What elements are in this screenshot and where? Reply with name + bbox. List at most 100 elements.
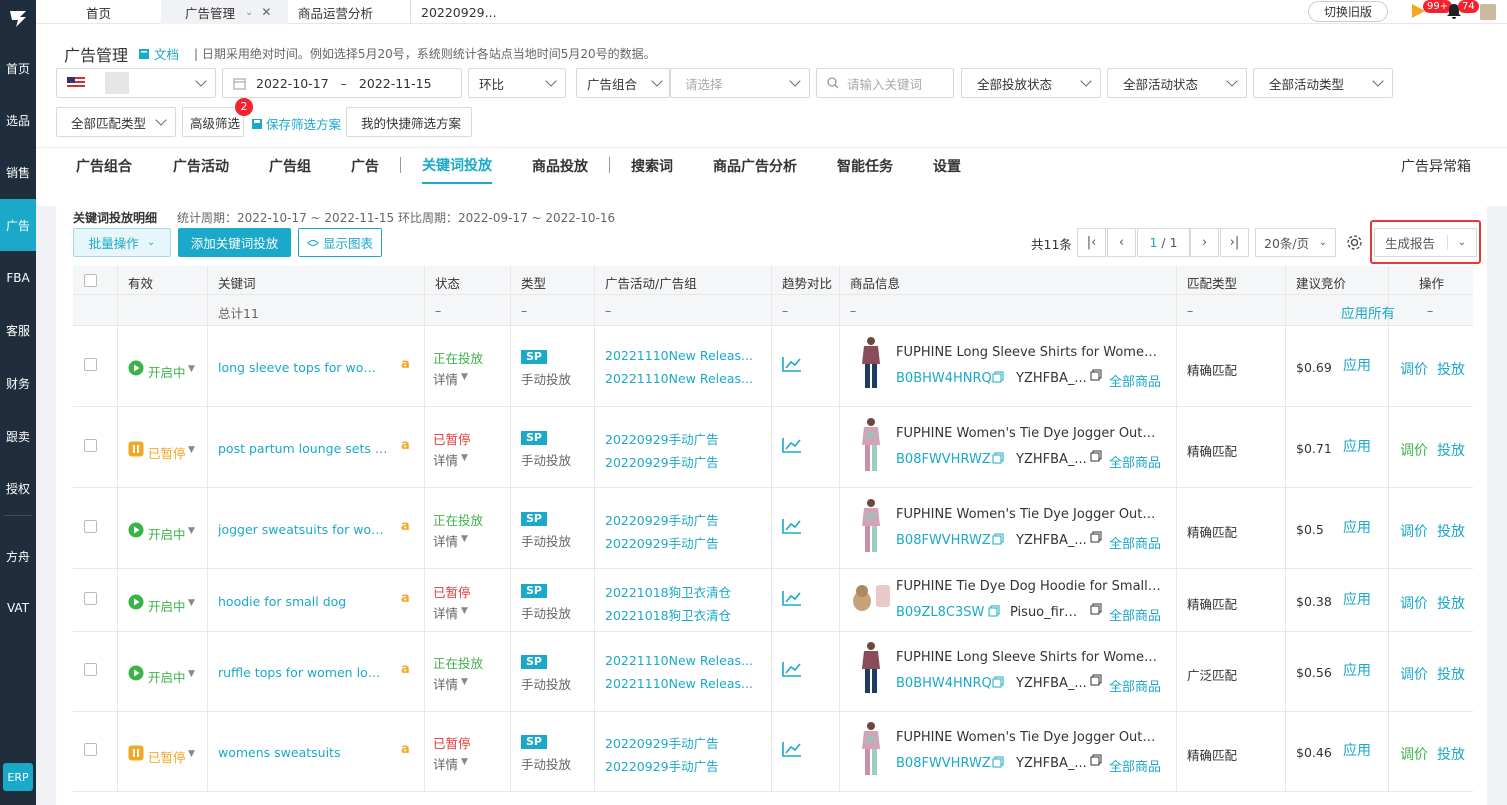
trend-chart-icon[interactable] [782, 518, 802, 534]
adjust-bid-link[interactable]: 调价 [1400, 440, 1428, 460]
asin-link[interactable]: B0BHW4HNRQ [896, 676, 992, 691]
valid-toggle[interactable]: 已暂停 [148, 747, 186, 766]
all-products-link[interactable]: 全部商品 [1109, 676, 1161, 695]
campaign-link[interactable]: 20220929手动广告 [605, 733, 719, 752]
page-size-select[interactable]: 20条/页 ⌄ [1255, 228, 1336, 257]
product-title[interactable]: FUPHINE Women's Tie Dye Jogger Outfit... [896, 730, 1161, 745]
all-products-link[interactable]: 全部商品 [1109, 533, 1161, 552]
asin-link[interactable]: B09ZL8C3SW [896, 605, 984, 620]
asin-link[interactable]: B0BHW4HNRQ [896, 371, 992, 386]
all-products-link[interactable]: 全部商品 [1109, 452, 1161, 471]
nav-item-home[interactable]: 首页 [0, 42, 36, 94]
nav-item-vat[interactable]: VAT [0, 582, 36, 634]
caret-down-icon[interactable]: ▼ [461, 534, 468, 544]
copy-icon[interactable] [1090, 369, 1102, 381]
last-page-button[interactable]: ›| [1220, 228, 1249, 257]
adjust-bid-link[interactable]: 调价 [1400, 664, 1428, 684]
tab-ads[interactable]: 广告管理 ⌄ ✕ [161, 0, 288, 24]
targeting-link[interactable]: 投放 [1437, 521, 1465, 541]
copy-icon[interactable] [1090, 603, 1102, 615]
erp-button[interactable]: ERP [3, 763, 33, 791]
row-checkbox[interactable] [84, 663, 97, 676]
caret-down-icon[interactable]: ▼ [188, 669, 195, 679]
valid-toggle[interactable]: 开启中 [148, 524, 186, 543]
nav-item-sales[interactable]: 销售 [0, 146, 36, 198]
detail-link[interactable]: 详情 [433, 754, 458, 773]
keyword-link[interactable]: ruffle tops for women long sle... [218, 665, 388, 680]
caret-down-icon[interactable]: ▼ [461, 757, 468, 767]
targeting-link[interactable]: 投放 [1437, 593, 1465, 613]
copy-icon[interactable] [992, 676, 1004, 688]
ad-group-link[interactable]: 20220929手动广告 [605, 533, 719, 552]
adjust-bid-link[interactable]: 调价 [1400, 593, 1428, 613]
advanced-filter-button[interactable]: 高级筛选 [182, 107, 244, 137]
product-title[interactable]: FUPHINE Long Sleeve Shirts for Women ... [896, 345, 1161, 360]
detail-link[interactable]: 详情 [433, 674, 458, 693]
logo[interactable] [0, 0, 36, 36]
amazon-icon[interactable]: a [401, 519, 410, 534]
show-chart-button[interactable]: 显示图表 [298, 228, 382, 257]
nav-item-follow-sell[interactable]: 跟卖 [0, 410, 36, 462]
asin-link[interactable]: B08FWVHRWZ [896, 452, 991, 467]
close-icon[interactable]: ✕ [261, 5, 271, 19]
apply-all-link[interactable]: 应用所有 [1341, 302, 1395, 322]
product-thumbnail[interactable] [860, 417, 882, 478]
my-plans-button[interactable]: 我的快捷筛选方案 [346, 107, 472, 137]
copy-icon[interactable] [1090, 674, 1102, 686]
ad-group-link[interactable]: 20221110New Releas... [605, 371, 753, 386]
select-all-checkbox[interactable] [84, 274, 97, 287]
valid-toggle[interactable]: 已暂停 [148, 443, 186, 462]
copy-icon[interactable] [1090, 531, 1102, 543]
ad-group-select[interactable]: 请选择 [670, 68, 810, 98]
tab-smart-tasks[interactable]: 智能任务 [837, 148, 893, 184]
tab-ad[interactable]: 广告 [351, 148, 379, 184]
adjust-bid-link[interactable]: 调价 [1400, 359, 1428, 379]
match-type-select[interactable]: 全部匹配类型 [56, 107, 176, 137]
trend-chart-icon[interactable] [782, 661, 802, 677]
product-thumbnail[interactable] [860, 336, 882, 395]
anomaly-box-link[interactable]: 广告异常箱 [1401, 148, 1471, 184]
apply-bid-link[interactable]: 应用 [1343, 517, 1371, 537]
product-thumbnail[interactable] [860, 641, 882, 700]
apply-bid-link[interactable]: 应用 [1343, 436, 1371, 456]
detail-link[interactable]: 详情 [433, 369, 458, 388]
activity-type-select[interactable]: 全部活动类型 [1253, 68, 1393, 98]
next-page-button[interactable]: › [1190, 228, 1219, 257]
ad-group-type-select[interactable]: 广告组合 [576, 68, 670, 98]
caret-down-icon[interactable]: ▼ [188, 526, 195, 536]
ad-group-link[interactable]: 20221018狗卫衣清仓 [605, 605, 731, 624]
tab-ad-group[interactable]: 广告组 [269, 148, 311, 184]
row-checkbox[interactable] [84, 592, 97, 605]
tab-search-terms[interactable]: 搜索词 [631, 148, 673, 184]
row-checkbox[interactable] [84, 743, 97, 756]
keyword-link[interactable]: long sleeve tops for women [218, 360, 388, 375]
campaign-link[interactable]: 20220929手动广告 [605, 429, 719, 448]
row-checkbox[interactable] [84, 520, 97, 533]
keyword-link[interactable]: jogger sweatsuits for women ... [218, 522, 388, 537]
date-range-picker[interactable]: 2022-10-17 – 2022-11-15 [222, 68, 462, 98]
switch-old-version-button[interactable]: 切换旧版 [1308, 1, 1388, 22]
detail-link[interactable]: 详情 [433, 450, 458, 469]
targeting-link[interactable]: 投放 [1437, 440, 1465, 460]
nav-item-fba[interactable]: FBA [0, 252, 36, 304]
copy-icon[interactable] [992, 756, 1004, 768]
product-title[interactable]: FUPHINE Long Sleeve Shirts for Women ... [896, 650, 1161, 665]
tab-analysis[interactable]: 商品运营分析 [298, 0, 373, 24]
product-thumbnail[interactable] [860, 498, 882, 559]
amazon-icon[interactable]: a [401, 591, 410, 606]
all-products-link[interactable]: 全部商品 [1109, 371, 1161, 390]
asin-link[interactable]: B08FWVHRWZ [896, 756, 991, 771]
copy-icon[interactable] [1090, 450, 1102, 462]
trend-chart-icon[interactable] [782, 741, 802, 757]
tab-keyword-targeting[interactable]: 关键词投放 [422, 148, 492, 184]
copy-icon[interactable] [988, 605, 1000, 617]
adjust-bid-link[interactable]: 调价 [1400, 521, 1428, 541]
activity-status-select[interactable]: 全部活动状态 [1107, 68, 1247, 98]
avatar[interactable] [1480, 4, 1496, 20]
product-title[interactable]: FUPHINE Women's Tie Dye Jogger Outfit... [896, 426, 1161, 441]
asin-link[interactable]: B08FWVHRWZ [896, 533, 991, 548]
ad-group-link[interactable]: 20220929手动广告 [605, 452, 719, 471]
caret-down-icon[interactable]: ▼ [461, 677, 468, 687]
amazon-icon[interactable]: a [401, 742, 410, 757]
detail-link[interactable]: 详情 [433, 531, 458, 550]
